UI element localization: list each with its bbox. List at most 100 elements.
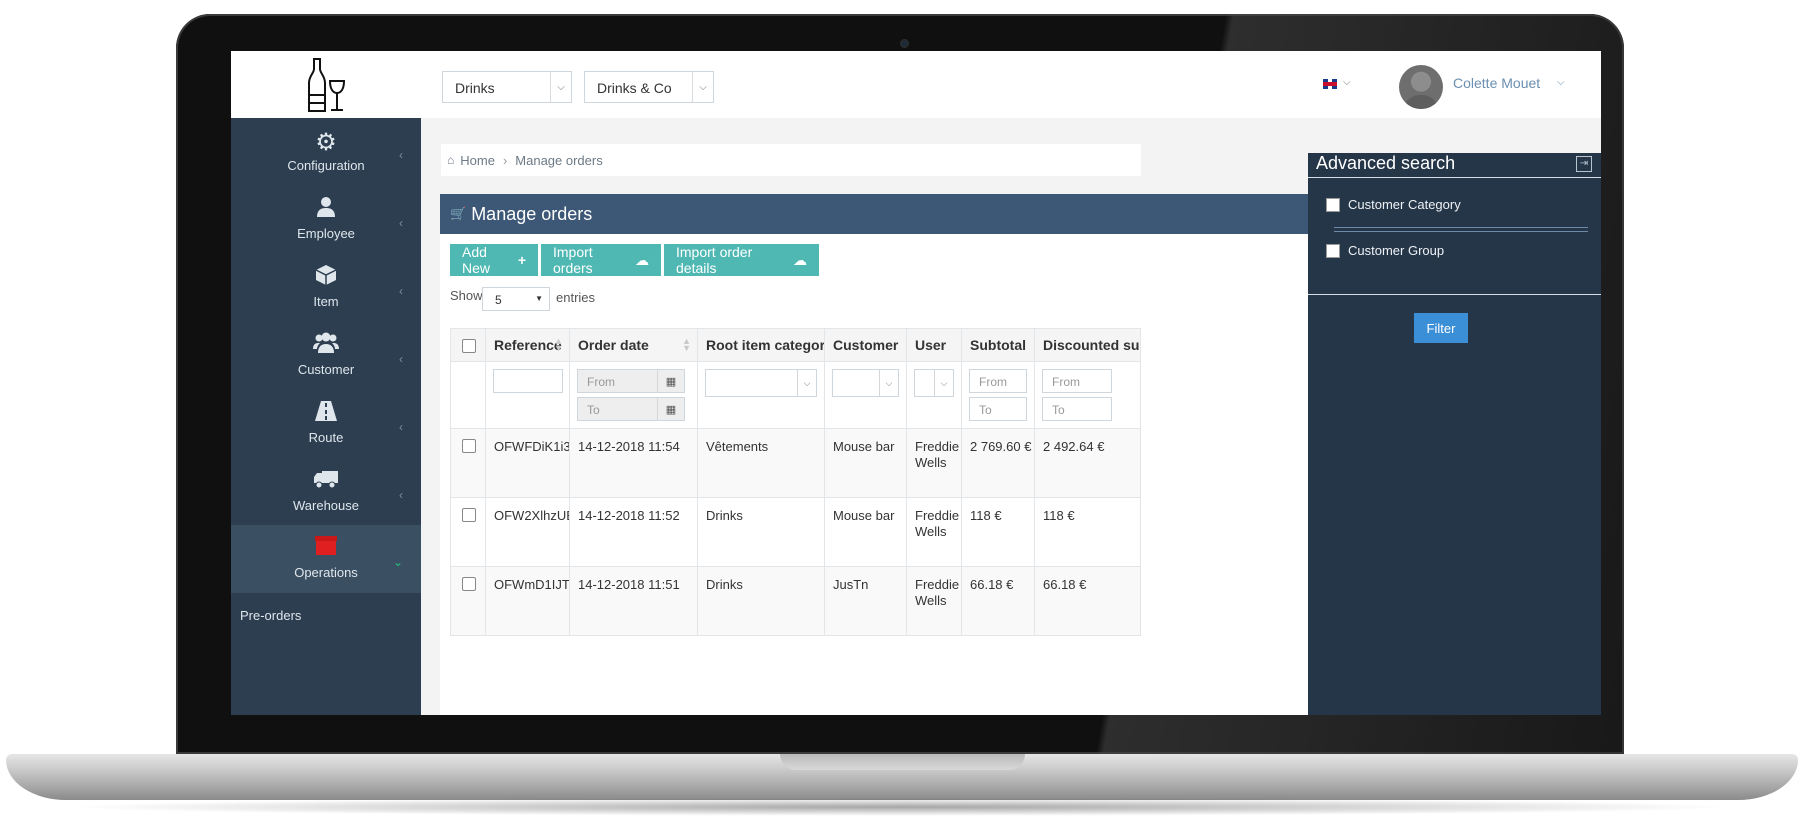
entries-label: entries [556, 290, 596, 305]
cell-user: Freddie Wells [906, 566, 962, 636]
sidebar-item-label: Item [313, 294, 339, 309]
sidebar-item-item[interactable]: Item ‹ [231, 254, 421, 332]
chevron-left-icon: ‹ [399, 216, 403, 230]
col-header-order-date[interactable]: Order date ▲ ▼ [569, 328, 698, 362]
col-header-customer[interactable]: Customer [824, 328, 907, 362]
subtotal-from-input[interactable]: From [969, 369, 1027, 393]
subtotal-to-input[interactable]: To [969, 397, 1027, 421]
uk-flag-icon[interactable] [1323, 79, 1337, 89]
filter-cell: From To [961, 361, 1035, 429]
customer-category-checkbox[interactable] [1326, 197, 1340, 212]
cell-customer: Mouse bar [824, 428, 907, 498]
table-filter-row: From ▦ To ▦ ⌵ ⌵ ⌵ From To From To [450, 361, 1141, 429]
add-new-button[interactable]: Add New + [450, 244, 538, 276]
discounted-from-input[interactable]: From [1042, 369, 1112, 393]
cell-text: Drinks [706, 577, 743, 592]
close-panel-icon[interactable]: ⇥ [1576, 156, 1592, 172]
table-row[interactable]: OFW2XlhzUB 14-12-2018 11:52 Drinks Mouse… [450, 497, 1141, 567]
import-order-details-button[interactable]: Import order details ☁ [664, 244, 819, 276]
reference-filter-input[interactable] [493, 369, 563, 393]
select-all-checkbox[interactable] [462, 339, 476, 353]
category-filter-select[interactable]: ⌵ [705, 369, 817, 397]
table-row[interactable]: OFWmD1IJT5 14-12-2018 11:51 Drinks JusTn… [450, 566, 1141, 636]
gears-icon: ⚙ [315, 129, 337, 156]
page-size-value: 5 [495, 293, 502, 307]
top-bar: Drinks ⌵ Drinks & Co ⌵ ⌵ Colette Mouet ⌵ [231, 51, 1601, 118]
cell-text: OFW2XlhzUB [494, 508, 570, 523]
brand-select[interactable]: Drinks & Co ⌵ [584, 71, 714, 103]
chevron-down-icon: ⌵ [692, 72, 713, 102]
cell-text: Freddie Wells [915, 577, 960, 608]
table-row[interactable]: OFWFDiK1i3 14-12-2018 11:54 Vêtements Mo… [450, 428, 1141, 498]
sort-icon: ▲ ▼ [682, 336, 691, 353]
sidebar-item-customer[interactable]: Customer ‹ [231, 322, 421, 400]
import-orders-button[interactable]: Import orders ☁ [541, 244, 661, 276]
cell-order-date: 14-12-2018 11:54 [569, 428, 698, 498]
order-date-from-input[interactable]: From ▦ [577, 369, 685, 393]
cloud-upload-icon: ☁ [635, 251, 649, 268]
sidebar-item-employee[interactable]: Employee ‹ [231, 186, 421, 264]
col-header-label: Reference [494, 337, 562, 353]
avatar[interactable] [1399, 65, 1443, 109]
customer-group-option[interactable]: Customer Group [1326, 243, 1444, 258]
sidebar-item-configuration[interactable]: ⚙ Configuration ‹ [231, 118, 421, 196]
chevron-right-icon: › [502, 152, 508, 168]
calendar-icon[interactable]: ▦ [657, 398, 684, 420]
add-new-label: Add New [462, 244, 491, 276]
divider [1334, 231, 1588, 232]
order-date-to-input[interactable]: To ▦ [577, 397, 685, 421]
sidebar-subitem-pre-orders[interactable]: Pre-orders [240, 608, 301, 623]
row-select-cell [450, 497, 486, 567]
page-size-select[interactable]: 5 ▼ [482, 287, 550, 311]
placeholder-to: To [979, 403, 992, 417]
cube-icon [231, 264, 421, 293]
chevron-down-icon: ⌵ [550, 72, 571, 102]
user-filter-select[interactable]: ⌵ [914, 369, 954, 397]
col-header-subtotal[interactable]: Subtotal [961, 328, 1035, 362]
breadcrumb-home[interactable]: Home [460, 153, 495, 168]
chevron-down-icon[interactable]: ⌵ [1343, 77, 1351, 88]
app-screen: Drinks ⌵ Drinks & Co ⌵ ⌵ Colette Mouet ⌵… [231, 51, 1601, 715]
sidebar-item-operations[interactable]: Operations ⌄ [231, 525, 421, 593]
col-header-reference[interactable]: Reference ▲ ▼ [485, 328, 570, 362]
cell-text: 14-12-2018 11:54 [578, 439, 680, 454]
logo[interactable] [231, 51, 421, 118]
divider [1308, 294, 1601, 295]
row-checkbox[interactable] [462, 577, 476, 591]
advanced-search-panel: Advanced search ⇥ Customer Category Cust… [1308, 153, 1601, 715]
sidebar-item-label: Route [308, 430, 344, 445]
placeholder-to: To [1052, 403, 1065, 417]
placeholder-from: From [979, 375, 1007, 389]
cell-order-date: 14-12-2018 11:51 [569, 566, 698, 636]
col-header-user[interactable]: User [906, 328, 962, 362]
company-select[interactable]: Drinks ⌵ [442, 71, 572, 103]
row-checkbox[interactable] [462, 508, 476, 522]
cell-discounted: 2 492.64 € [1034, 428, 1141, 498]
cell-text: 118 € [970, 508, 1002, 523]
user-name[interactable]: Colette Mouet [1453, 75, 1540, 91]
col-header-discounted-subtotal[interactable]: Discounted subt [1034, 328, 1141, 362]
customer-category-option[interactable]: Customer Category [1326, 197, 1461, 212]
col-header-root-item-category[interactable]: Root item category [697, 328, 825, 362]
filter-cell [450, 361, 486, 429]
cell-text: 2 769.60 € [970, 439, 1032, 454]
discounted-to-input[interactable]: To [1042, 397, 1112, 421]
calendar-icon[interactable]: ▦ [657, 370, 684, 392]
show-label: Show [450, 288, 483, 303]
cart-icon: 🛒 [450, 206, 467, 221]
laptop-notch [780, 754, 1025, 770]
col-header-label: Discounted subt [1043, 337, 1140, 353]
filter-cell: From To [1034, 361, 1141, 429]
sidebar-item-label: Employee [297, 226, 355, 241]
customer-group-checkbox[interactable] [1326, 243, 1340, 258]
row-checkbox[interactable] [462, 439, 476, 453]
cell-text: 66.18 € [970, 577, 1014, 592]
cell-text: Vêtements [706, 439, 769, 454]
customer-filter-select[interactable]: ⌵ [832, 369, 899, 397]
bottle-glass-logo-icon [308, 57, 346, 112]
filter-cell: ⌵ [906, 361, 962, 429]
filter-button[interactable]: Filter [1414, 313, 1468, 343]
users-icon [231, 332, 421, 361]
sidebar-item-route[interactable]: Route ‹ [231, 390, 421, 468]
chevron-down-icon[interactable]: ⌵ [1557, 77, 1565, 88]
